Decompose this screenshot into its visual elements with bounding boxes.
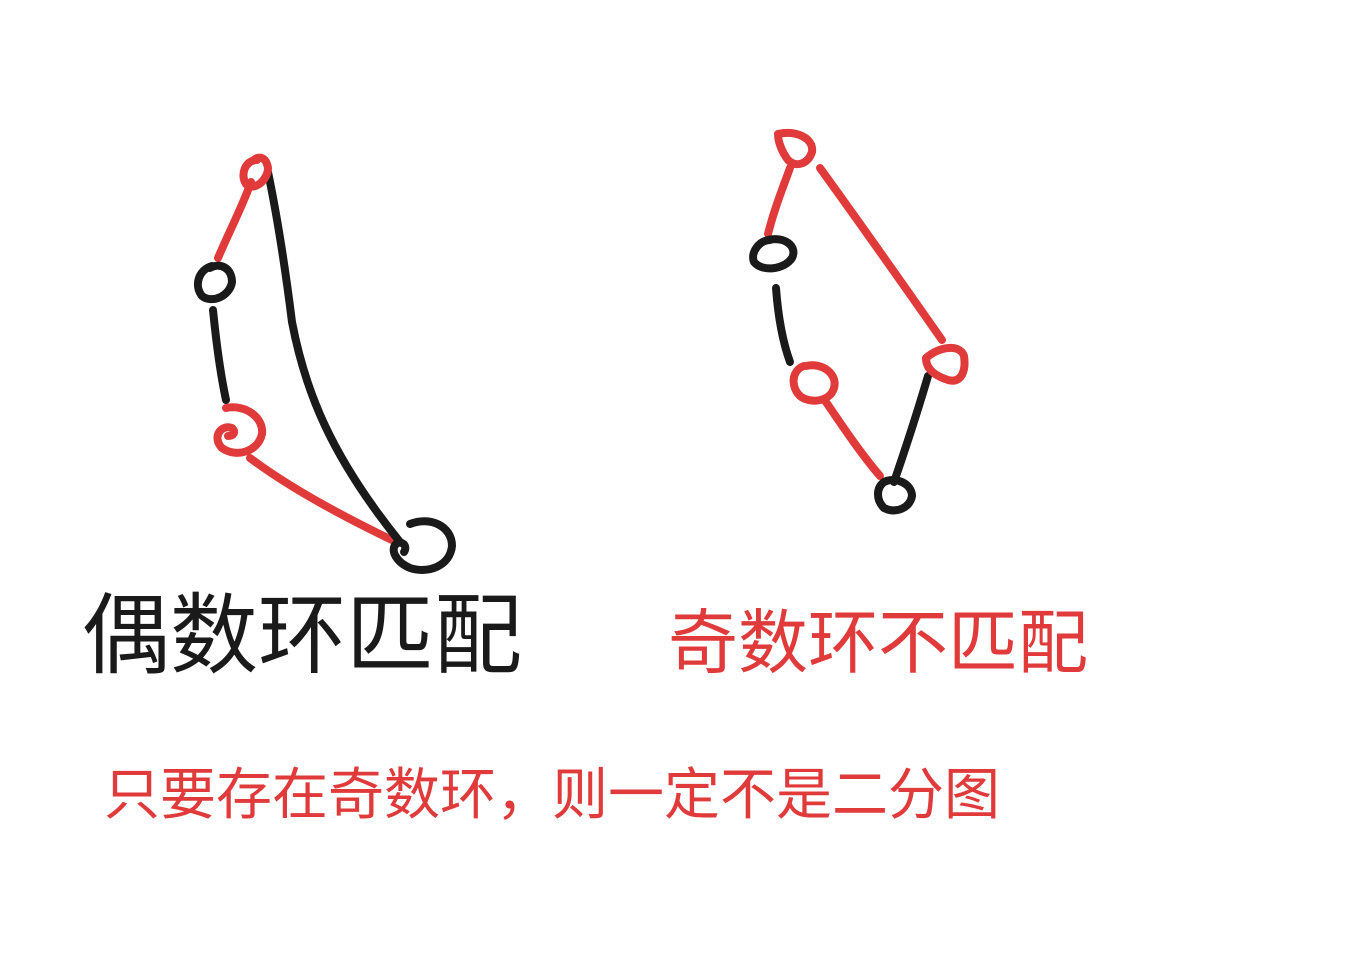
odd-edge-left-to-lower (772, 284, 794, 366)
odd-edge-top-to-left (764, 164, 794, 238)
even-vertex-left (193, 261, 236, 304)
even-vertex-bottom (389, 517, 456, 574)
even-edge-left-to-lower (209, 306, 230, 404)
even-edge-top-to-left (214, 178, 255, 262)
odd-vertex-right (922, 344, 969, 385)
graph-canvas (193, 129, 969, 574)
odd-edge-right-to-top (816, 164, 946, 344)
odd-edge-lower-to-bottom (822, 398, 884, 480)
odd-vertex-lower (789, 361, 839, 405)
even-vertex-lower (213, 403, 267, 457)
odd-cycle-graph (749, 129, 969, 515)
conclusion-text: 只要存在奇数环，则一定不是二分图 (104, 763, 1000, 828)
odd-vertex-top (774, 129, 817, 169)
even-vertex-top (239, 153, 272, 191)
odd-edge-bottom-to-right (890, 372, 932, 486)
odd-cycle-label: 奇数环不匹配 (668, 602, 1088, 684)
even-cycle-graph (193, 153, 456, 574)
odd-vertex-left (749, 235, 798, 273)
even-cycle-label: 偶数环匹配 (82, 584, 523, 687)
